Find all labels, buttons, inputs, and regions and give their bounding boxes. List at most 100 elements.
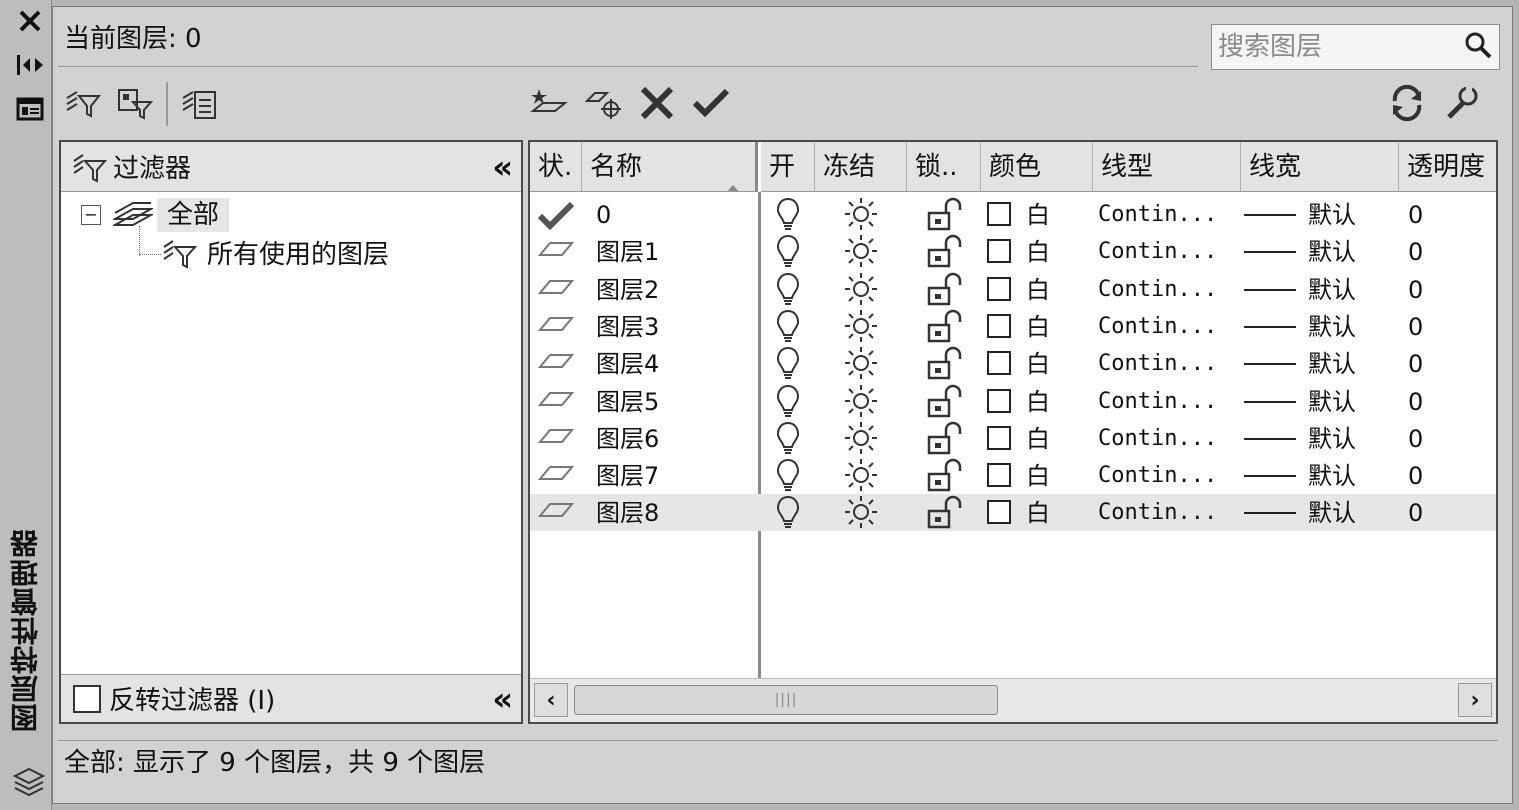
layer-on-bulb-icon[interactable] — [776, 197, 800, 235]
layer-unlock-icon[interactable] — [926, 346, 966, 384]
column-header-name[interactable]: 名称 — [582, 142, 758, 192]
layer-name[interactable]: 图层4 — [596, 346, 659, 382]
close-icon[interactable] — [12, 6, 48, 36]
layer-freeze-sun-icon[interactable] — [844, 384, 878, 422]
layer-unlock-icon[interactable] — [926, 234, 966, 272]
layer-on-bulb-icon[interactable] — [776, 272, 800, 310]
column-header-status[interactable]: 状. — [530, 142, 582, 192]
layer-lineweight[interactable]: 默认 — [1308, 495, 1356, 531]
layer-lineweight[interactable]: 默认 — [1308, 309, 1356, 345]
new-layer-button[interactable] — [528, 82, 570, 124]
color-swatch-icon[interactable] — [986, 350, 1012, 380]
scroll-left-icon[interactable]: ‹ — [534, 683, 568, 717]
layer-row[interactable]: 图层3 白 Contin... 默认 0 — [530, 308, 1496, 345]
layer-name[interactable]: 图层5 — [596, 384, 659, 420]
layer-name[interactable]: 图层3 — [596, 309, 659, 345]
autohide-icon[interactable] — [12, 50, 48, 80]
search-box[interactable] — [1211, 24, 1500, 70]
layer-linetype[interactable]: Contin... — [1098, 234, 1217, 270]
collapse-tree-icon[interactable]: − — [81, 205, 101, 225]
layer-name[interactable]: 0 — [596, 197, 611, 233]
layer-transparency[interactable]: 0 — [1408, 458, 1423, 494]
layer-unlock-icon[interactable] — [926, 384, 966, 422]
new-property-filter-button[interactable] — [62, 83, 104, 125]
layer-on-bulb-icon[interactable] — [776, 421, 800, 459]
color-swatch-icon[interactable] — [986, 388, 1012, 418]
layer-color[interactable]: 白 — [1026, 309, 1050, 345]
layer-color[interactable]: 白 — [1026, 197, 1050, 233]
color-swatch-icon[interactable] — [986, 201, 1012, 231]
layer-linetype[interactable]: Contin... — [1098, 346, 1217, 382]
layer-transparency[interactable]: 0 — [1408, 309, 1423, 345]
tree-node-all[interactable]: − 全部 — [81, 198, 230, 232]
layer-on-bulb-icon[interactable] — [776, 458, 800, 496]
layer-transparency[interactable]: 0 — [1408, 346, 1423, 382]
layer-freeze-sun-icon[interactable] — [844, 272, 878, 310]
layer-freeze-sun-icon[interactable] — [844, 346, 878, 384]
layer-linetype[interactable]: Contin... — [1098, 384, 1217, 420]
properties-icon[interactable] — [12, 94, 48, 124]
search-input[interactable] — [1218, 28, 1448, 66]
layer-freeze-sun-icon[interactable] — [844, 458, 878, 496]
layer-linetype[interactable]: Contin... — [1098, 309, 1217, 345]
layer-unlock-icon[interactable] — [926, 421, 966, 459]
layer-linetype[interactable]: Contin... — [1098, 458, 1217, 494]
layer-name[interactable]: 图层8 — [596, 495, 659, 531]
column-header-lock[interactable]: 锁.. — [907, 142, 981, 192]
layer-name[interactable]: 图层6 — [596, 421, 659, 457]
layer-row[interactable]: 图层5 白 Contin... 默认 0 — [530, 383, 1496, 420]
layer-name[interactable]: 图层2 — [596, 272, 659, 308]
collapse-filter-icon[interactable]: « — [492, 148, 513, 186]
scroll-right-icon[interactable]: › — [1458, 683, 1492, 717]
layer-color[interactable]: 白 — [1026, 234, 1050, 270]
layer-linetype[interactable]: Contin... — [1098, 495, 1217, 531]
new-group-filter-button[interactable] — [114, 83, 156, 125]
layer-row[interactable]: 0 白 Contin... 默认 0 — [530, 196, 1496, 233]
layer-row[interactable]: 图层8 白 Contin... 默认 0 — [530, 494, 1496, 533]
delete-layer-button[interactable] — [636, 82, 678, 124]
layer-unlock-icon[interactable] — [926, 495, 966, 533]
layer-unlock-icon[interactable] — [926, 197, 966, 235]
layer-transparency[interactable]: 0 — [1408, 234, 1423, 270]
collapse-filter-icon[interactable]: « — [492, 680, 513, 718]
layer-transparency[interactable]: 0 — [1408, 421, 1423, 457]
layer-unlock-icon[interactable] — [926, 272, 966, 310]
layer-on-bulb-icon[interactable] — [776, 309, 800, 347]
layer-freeze-sun-icon[interactable] — [844, 309, 878, 347]
color-swatch-icon[interactable] — [986, 425, 1012, 455]
invert-filter-checkbox[interactable] — [73, 684, 101, 713]
layer-color[interactable]: 白 — [1026, 495, 1050, 531]
layer-freeze-sun-icon[interactable] — [844, 495, 878, 533]
layer-row[interactable]: 图层1 白 Contin... 默认 0 — [530, 233, 1496, 270]
color-swatch-icon[interactable] — [986, 276, 1012, 306]
set-current-button[interactable] — [690, 82, 732, 124]
horizontal-scrollbar[interactable]: ‹ |||| › — [530, 678, 1496, 722]
column-header-lineweight[interactable]: 线宽 — [1241, 142, 1399, 192]
layer-lineweight[interactable]: 默认 — [1308, 234, 1356, 270]
layer-lineweight[interactable]: 默认 — [1308, 384, 1356, 420]
layer-on-bulb-icon[interactable] — [776, 495, 800, 533]
layer-color[interactable]: 白 — [1026, 346, 1050, 382]
settings-icon[interactable] — [1440, 82, 1482, 124]
column-header-freeze[interactable]: 冻结 — [815, 142, 907, 192]
layer-linetype[interactable]: Contin... — [1098, 272, 1217, 308]
layer-name[interactable]: 图层1 — [596, 234, 659, 270]
layer-unlock-icon[interactable] — [926, 458, 966, 496]
layer-freeze-sun-icon[interactable] — [844, 197, 878, 235]
layer-transparency[interactable]: 0 — [1408, 495, 1423, 531]
layer-linetype[interactable]: Contin... — [1098, 197, 1217, 233]
layer-lineweight[interactable]: 默认 — [1308, 421, 1356, 457]
layer-row[interactable]: 图层6 白 Contin... 默认 0 — [530, 420, 1496, 457]
layer-row[interactable]: 图层4 白 Contin... 默认 0 — [530, 345, 1496, 382]
color-swatch-icon[interactable] — [986, 313, 1012, 343]
layer-row[interactable]: 图层2 白 Contin... 默认 0 — [530, 271, 1496, 308]
new-layer-frozen-button[interactable] — [582, 82, 624, 124]
layer-freeze-sun-icon[interactable] — [844, 421, 878, 459]
scrollbar-thumb[interactable]: |||| — [574, 685, 998, 715]
color-swatch-icon[interactable] — [986, 499, 1012, 529]
column-header-transparency[interactable]: 透明度 — [1399, 142, 1496, 192]
layer-states-manager-button[interactable] — [178, 83, 220, 125]
layer-lineweight[interactable]: 默认 — [1308, 458, 1356, 494]
color-swatch-icon[interactable] — [986, 238, 1012, 268]
layer-on-bulb-icon[interactable] — [776, 346, 800, 384]
